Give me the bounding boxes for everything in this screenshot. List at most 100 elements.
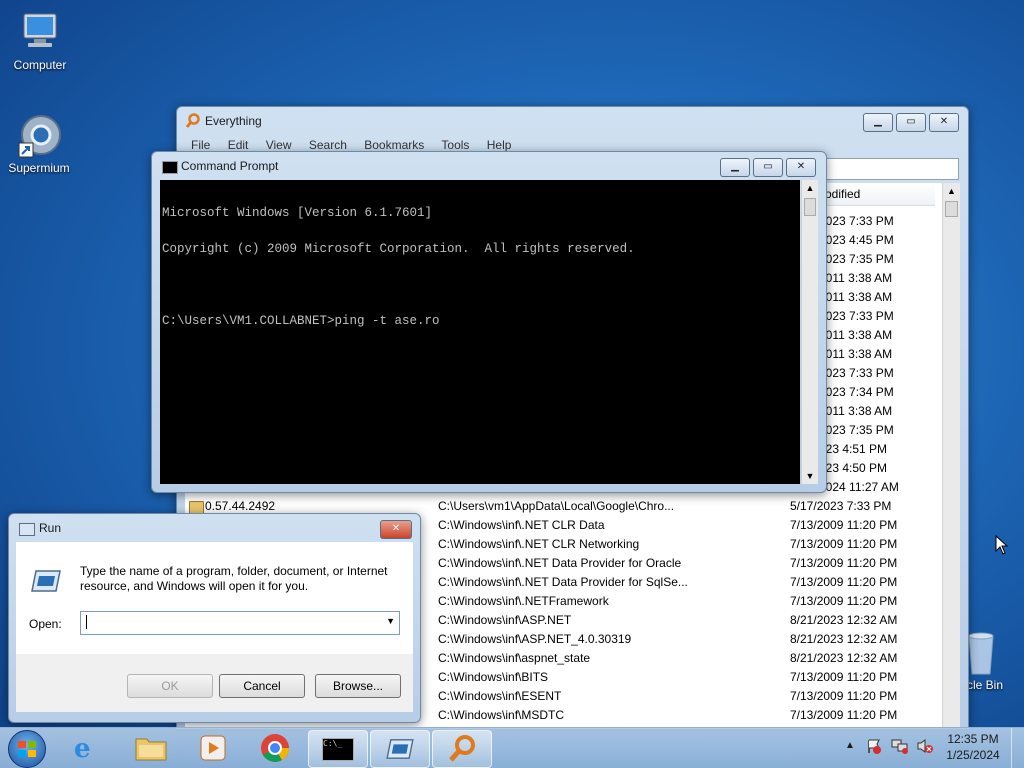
clock-date: 1/25/2024 xyxy=(946,748,1000,762)
maximize-button[interactable]: ▭ xyxy=(896,113,926,132)
date-modified-cell: 2011 3:38 AM xyxy=(819,347,893,361)
path-cell: C:\Windows\inf\ESENT xyxy=(438,689,562,703)
date-modified-cell: 2023 7:33 PM xyxy=(819,366,894,380)
internet-explorer-icon: e xyxy=(74,734,91,764)
run-program-icon xyxy=(30,569,62,596)
show-desktop-button[interactable] xyxy=(1011,728,1024,768)
close-button[interactable]: ✕ xyxy=(380,520,412,539)
scroll-up-arrow[interactable]: ▲ xyxy=(943,183,960,199)
taskbar-everything[interactable] xyxy=(432,730,492,768)
path-cell: C:\Windows\inf\.NET Data Provider for Or… xyxy=(438,556,682,570)
path-cell: C:\Windows\inf\MSDTC xyxy=(438,708,565,722)
close-button[interactable]: ✕ xyxy=(929,113,959,132)
menu-bookmarks[interactable]: Bookmarks xyxy=(364,138,424,152)
date-modified-cell: 2023 7:33 PM xyxy=(819,214,894,228)
chevron-down-icon[interactable]: ▼ xyxy=(386,616,395,626)
menu-file[interactable]: File xyxy=(191,138,210,152)
path-cell: C:\Users\vm1\AppData\Local\Google\Chro..… xyxy=(438,499,675,513)
mouse-cursor xyxy=(995,534,1009,558)
date-modified-cell: 7/13/2009 11:20 PM xyxy=(790,537,898,551)
path-cell: C:\Windows\inf\.NET Data Provider for Sq… xyxy=(438,575,688,589)
desktop-icon-computer[interactable]: Computer xyxy=(2,10,78,72)
search-input[interactable] xyxy=(817,158,959,180)
browse-button[interactable]: Browse... xyxy=(315,674,401,698)
taskbar-explorer[interactable] xyxy=(122,730,180,766)
date-modified-cell: 2011 3:38 AM xyxy=(819,271,893,285)
taskbar-media-player[interactable] xyxy=(184,730,242,766)
taskbar-run[interactable] xyxy=(370,730,430,768)
console-line: Microsoft Windows [Version 6.1.7601] xyxy=(162,206,433,220)
cmd-titlebar[interactable]: Command Prompt ▁ ▭ ✕ xyxy=(152,152,826,180)
cancel-button[interactable]: Cancel xyxy=(219,674,305,698)
date-modified-cell: 7/13/2009 11:20 PM xyxy=(790,556,898,570)
open-input[interactable] xyxy=(86,615,87,629)
path-cell: C:\Windows\inf\.NETFramework xyxy=(438,594,609,608)
path-cell: C:\Windows\inf\BITS xyxy=(438,670,549,684)
date-modified-cell: 5/17/2023 7:33 PM xyxy=(790,499,892,513)
run-titlebar[interactable]: Run ✕ xyxy=(9,514,420,542)
path-cell: C:\Windows\inf\.NET CLR Data xyxy=(438,518,605,532)
console-output[interactable]: Microsoft Windows [Version 6.1.7601] Cop… xyxy=(160,180,800,484)
date-modified-cell: 2011 3:38 AM xyxy=(819,404,893,418)
menu-tools[interactable]: Tools xyxy=(441,138,469,152)
taskbar: e C:\_ ▲ 12:35 PM 1/25/2024 xyxy=(0,727,1024,768)
taskbar-chrome[interactable] xyxy=(246,730,304,766)
run-dialog[interactable]: Run ✕ Type the name of a program, folder… xyxy=(8,513,421,723)
chrome-icon xyxy=(261,734,289,762)
date-modified-cell: 2023 7:34 PM xyxy=(819,385,894,399)
date-modified-cell: 2023 7:35 PM xyxy=(819,252,894,266)
date-modified-cell: 2023 7:33 PM xyxy=(819,309,894,323)
scroll-thumb[interactable] xyxy=(945,201,958,217)
volume-muted-icon[interactable] xyxy=(916,738,934,757)
show-hidden-icons-icon[interactable]: ▲ xyxy=(845,740,855,751)
date-modified-cell: 2023 4:45 PM xyxy=(819,233,894,247)
ok-button[interactable]: OK xyxy=(127,674,213,698)
scroll-up-arrow[interactable]: ▲ xyxy=(802,180,818,196)
date-modified-cell: 7/13/2009 11:20 PM xyxy=(790,689,898,703)
date-modified-cell: 7/13/2009 11:20 PM xyxy=(790,594,898,608)
scroll-thumb[interactable] xyxy=(804,198,816,216)
close-button[interactable]: ✕ xyxy=(786,158,816,177)
windows-logo-icon xyxy=(18,741,36,757)
minimize-button[interactable]: ▁ xyxy=(863,113,893,132)
run-button-bar: OK Cancel Browse... xyxy=(16,654,413,712)
date-modified-cell: 2011 3:38 AM xyxy=(819,290,893,304)
minimize-button[interactable]: ▁ xyxy=(720,158,750,177)
everything-titlebar[interactable]: Everything ▁ ▭ ✕ xyxy=(177,107,968,135)
taskbar-command-prompt[interactable]: C:\_ xyxy=(308,730,368,768)
column-header-modified[interactable]: Modified xyxy=(815,183,935,206)
scroll-down-arrow[interactable]: ▼ xyxy=(802,468,818,484)
cmd-scrollbar[interactable]: ▲ ▼ xyxy=(801,180,818,484)
date-modified-cell: 7/13/2009 11:20 PM xyxy=(790,575,898,589)
taskbar-internet-explorer[interactable]: e xyxy=(60,730,118,766)
date-modified-cell: 8/21/2023 12:32 AM xyxy=(790,632,898,646)
open-combobox[interactable]: ▼ xyxy=(80,611,400,635)
network-icon[interactable] xyxy=(891,738,909,757)
supermium-icon xyxy=(17,113,61,158)
everything-scrollbar[interactable]: ▲ xyxy=(942,183,960,728)
cmd-icon xyxy=(162,161,178,174)
maximize-button[interactable]: ▭ xyxy=(753,158,783,177)
action-center-icon[interactable] xyxy=(866,738,882,757)
computer-icon xyxy=(18,10,62,54)
command-prompt-window[interactable]: Command Prompt ▁ ▭ ✕ Microsoft Windows [… xyxy=(151,151,827,493)
run-icon xyxy=(19,523,35,536)
folder-icon xyxy=(135,738,167,761)
clock[interactable]: 12:35 PM 1/25/2024 xyxy=(940,731,1006,763)
menu-search[interactable]: Search xyxy=(309,138,347,152)
cmd-icon: C:\_ xyxy=(322,738,354,761)
date-modified-cell: 8/21/2023 12:32 AM xyxy=(790,651,898,665)
window-title: Run xyxy=(39,521,62,535)
magnifier-icon xyxy=(185,113,201,132)
path-cell: C:\Windows\inf\.NET CLR Networking xyxy=(438,537,640,551)
menu-view[interactable]: View xyxy=(266,138,292,152)
path-cell: C:\Windows\inf\ASP.NET xyxy=(438,613,572,627)
start-button[interactable] xyxy=(8,730,46,768)
desktop-icon-label: Supermium xyxy=(8,161,70,175)
console-line: Copyright (c) 2009 Microsoft Corporation… xyxy=(162,242,635,256)
desktop-icon-supermium[interactable]: Supermium xyxy=(1,113,77,175)
date-modified-cell: 7/13/2009 11:20 PM xyxy=(790,670,898,684)
menu-help[interactable]: Help xyxy=(487,138,512,152)
menu-edit[interactable]: Edit xyxy=(228,138,249,152)
